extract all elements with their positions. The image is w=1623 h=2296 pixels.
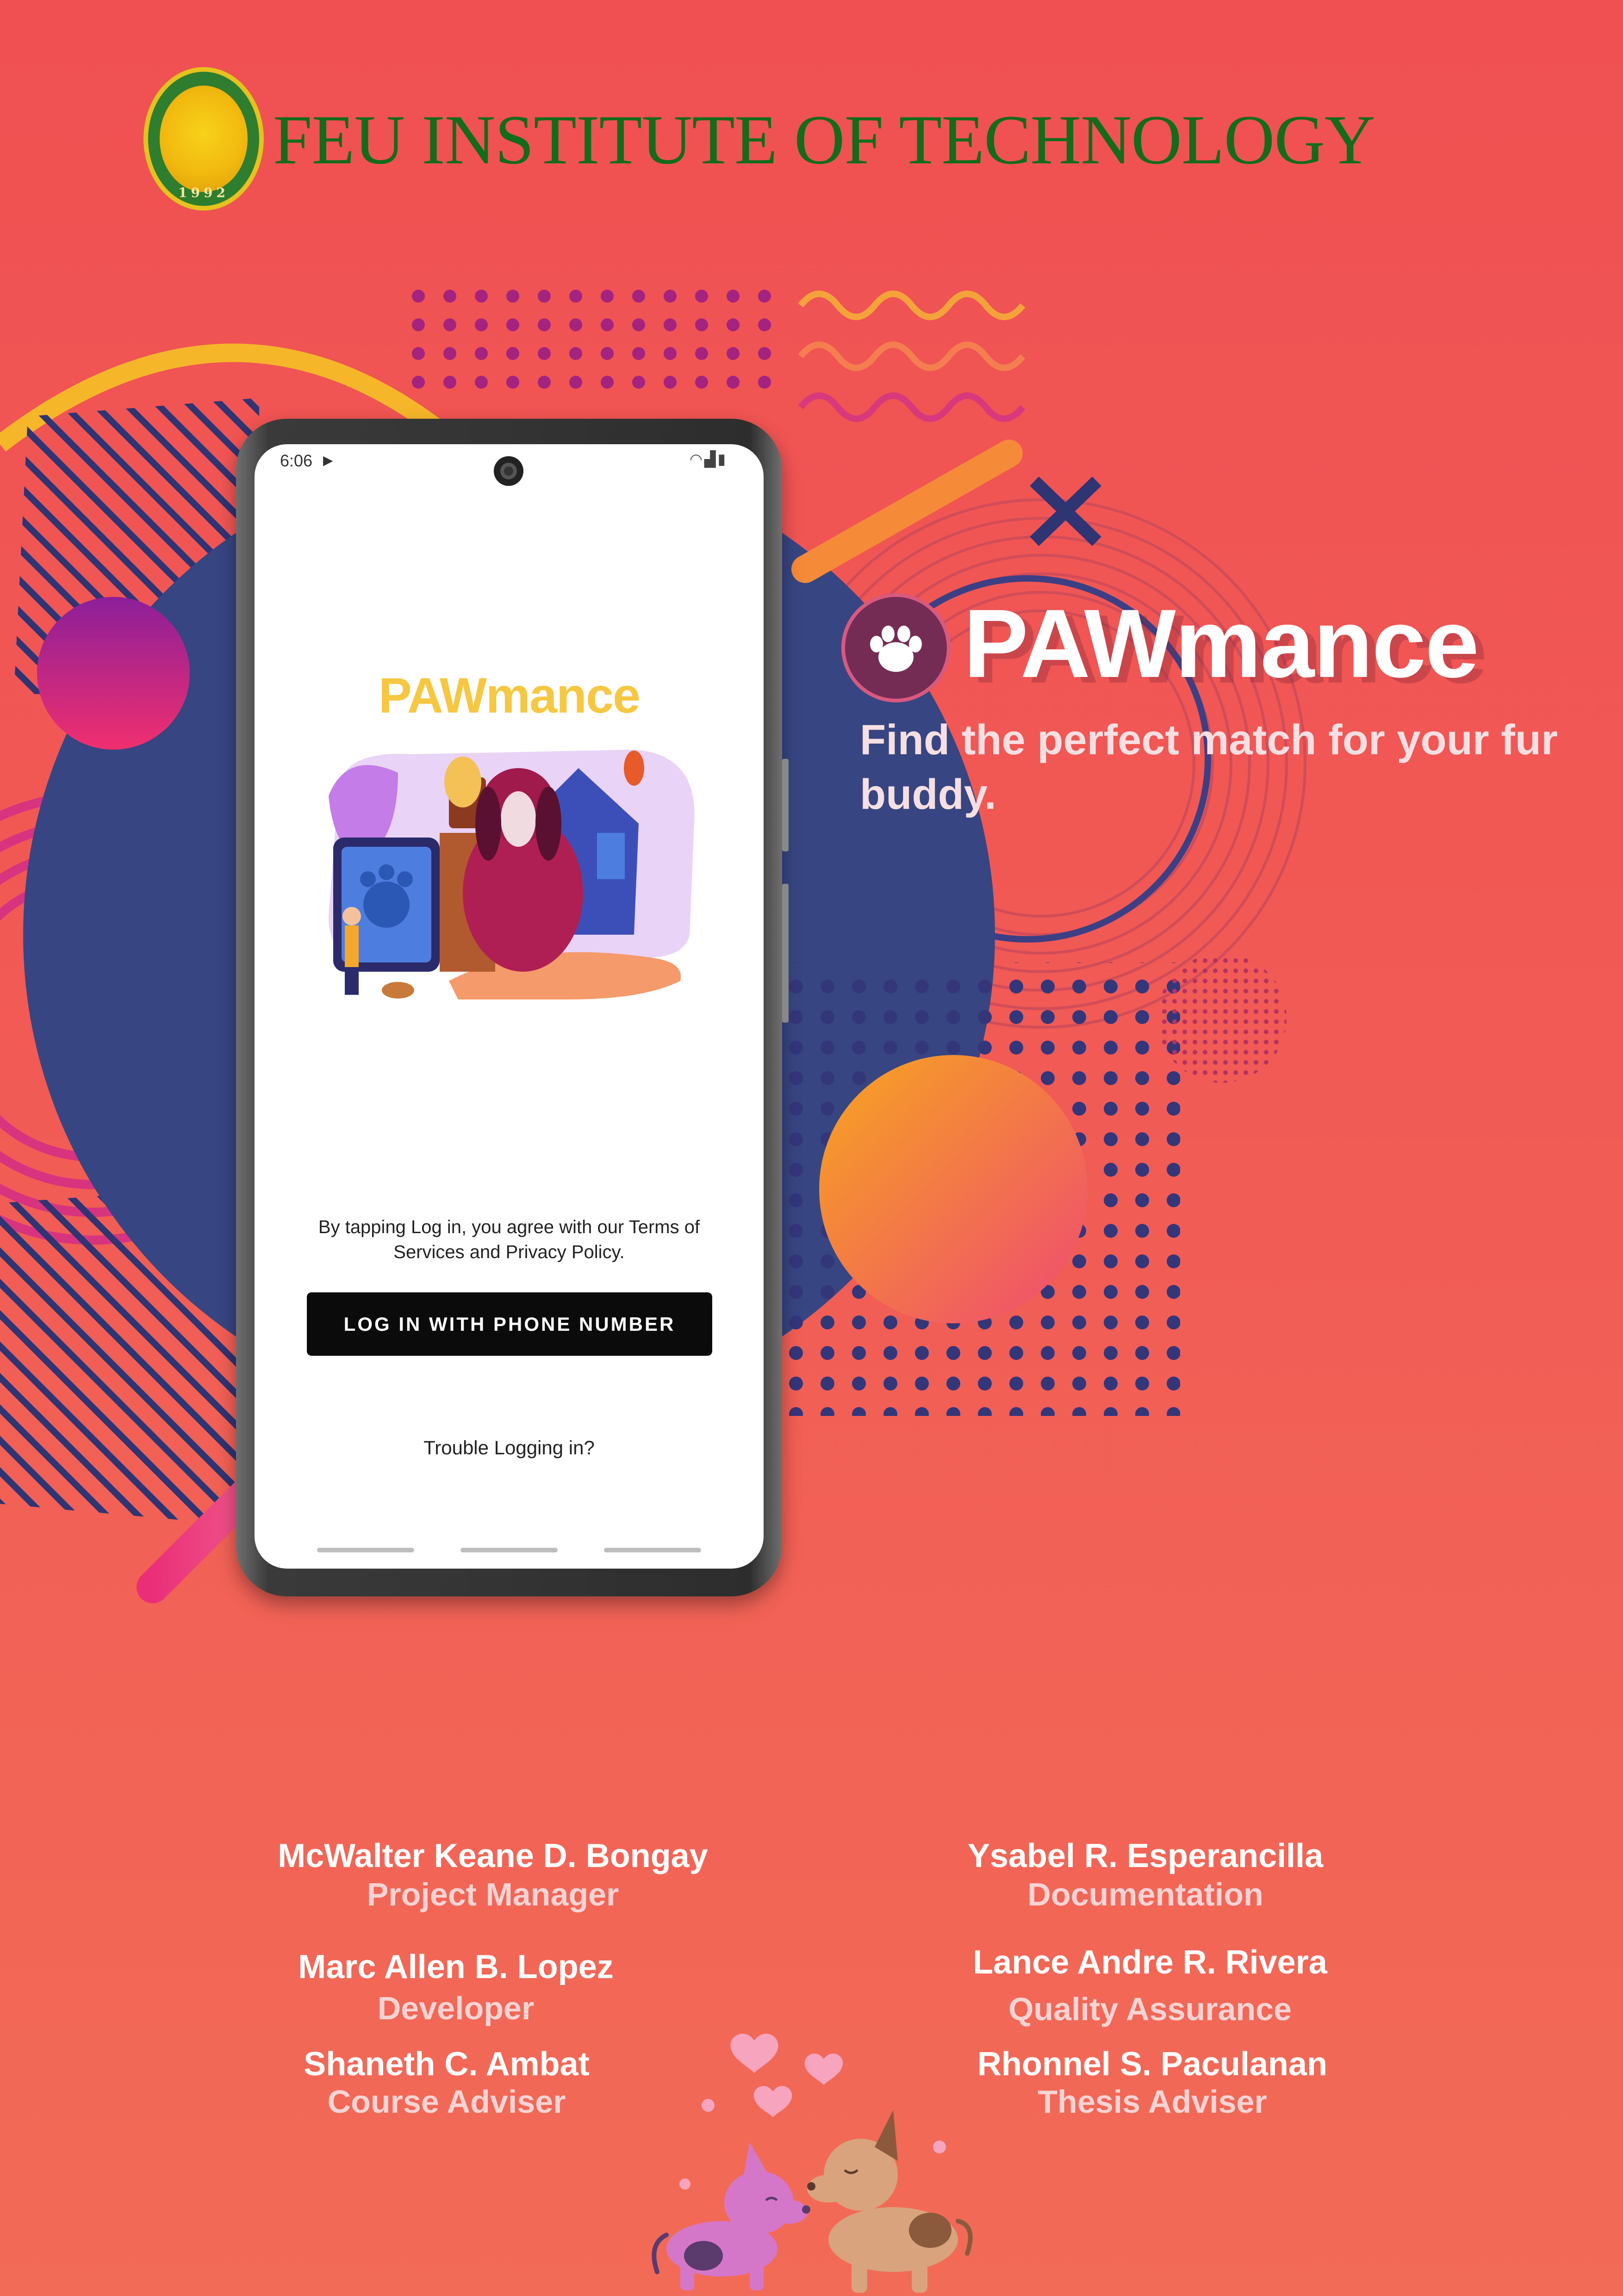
team-member: Lance Andre R. Rivera Quality Assurance bbox=[849, 1943, 1451, 2028]
brand-tagline: Find the perfect match for your fur budd… bbox=[860, 716, 1558, 818]
app-title: PAWmance bbox=[378, 667, 640, 723]
team-member: Ysabel R. Esperancilla Documentation bbox=[845, 1837, 1446, 1913]
institution-name: FEU INSTITUTE OF TECHNOLOGY bbox=[273, 101, 1375, 179]
nav-bar-center bbox=[460, 1548, 558, 1552]
poster: 1992 FEU INSTITUTE OF TECHNOLOGY 6:06 ▶ … bbox=[0, 0, 1623, 2296]
nav-bar-left bbox=[317, 1548, 414, 1552]
status-icons: ◠▟▮ bbox=[690, 450, 728, 468]
member-name: Marc Allen B. Lopez bbox=[298, 1948, 614, 1986]
signal-icon: ▟ bbox=[704, 451, 718, 467]
phone-power-button bbox=[782, 759, 789, 851]
brand-icon bbox=[845, 597, 947, 699]
member-name: Lance Andre R. Rivera bbox=[973, 1944, 1327, 1981]
nav-bar-right bbox=[604, 1548, 701, 1552]
login-phone-button[interactable]: LOG IN WITH PHONE NUMBER bbox=[307, 1292, 712, 1356]
battery-icon: ▮ bbox=[717, 451, 728, 467]
consent-text: By tapping Log in, you agree with our Te… bbox=[318, 1217, 700, 1262]
seal-flame-emblem bbox=[160, 86, 248, 192]
front-camera bbox=[494, 456, 523, 486]
phone-volume-button bbox=[782, 884, 789, 1023]
team-member: McWalter Keane D. Bongay Project Manager bbox=[192, 1837, 794, 1913]
status-time: 6:06 bbox=[280, 451, 313, 470]
member-role: Developer bbox=[377, 1990, 535, 2026]
trouble-login-link[interactable]: Trouble Logging in? bbox=[305, 1437, 713, 1459]
paw-icon bbox=[870, 626, 922, 672]
team-member: Marc Allen B. Lopez Developer bbox=[155, 1948, 757, 2027]
brand-name: PAWmance bbox=[964, 589, 1479, 698]
seal-year: 1992 bbox=[178, 185, 229, 200]
member-name: McWalter Keane D. Bongay bbox=[278, 1837, 708, 1874]
pets-illustration bbox=[329, 750, 695, 999]
dogs-hearts-illustration bbox=[652, 2034, 973, 2293]
phone-screen bbox=[255, 444, 764, 1569]
member-role: Documentation bbox=[1027, 1876, 1263, 1912]
wifi-icon: ◠ bbox=[690, 451, 704, 467]
play-icon: ▶ bbox=[323, 453, 333, 467]
member-name: Ysabel R. Esperancilla bbox=[967, 1837, 1324, 1874]
member-role: Project Manager bbox=[367, 1876, 619, 1912]
institution-seal: 1992 bbox=[143, 67, 264, 211]
